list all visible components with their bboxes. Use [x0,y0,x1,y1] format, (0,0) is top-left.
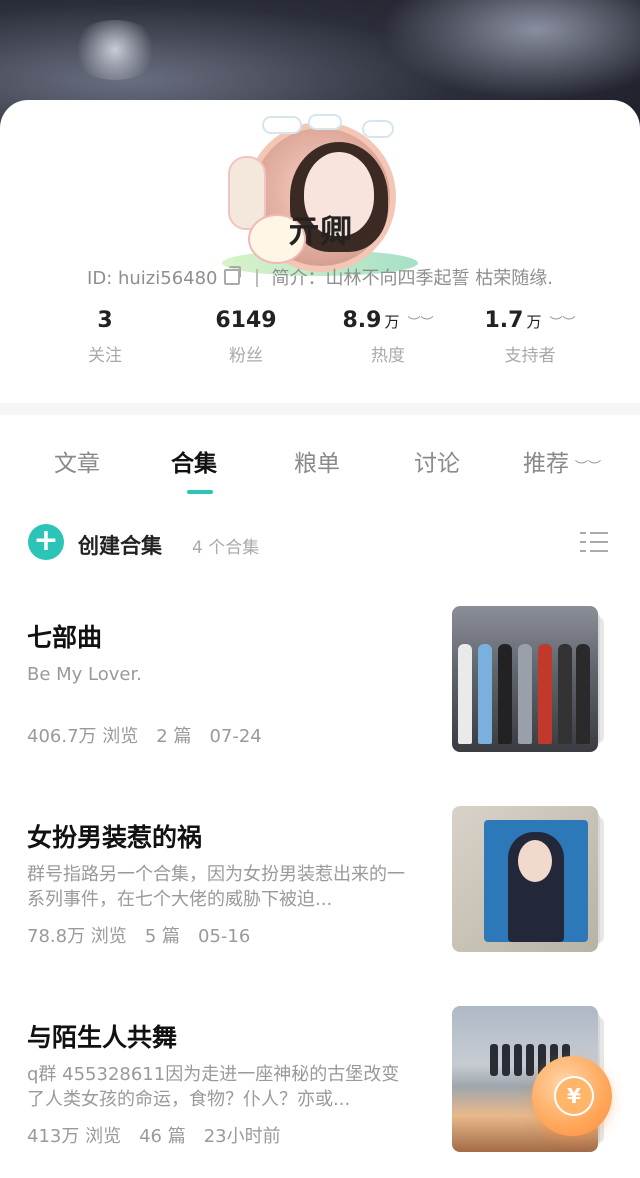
collection-views: 406.7万 浏览 [27,726,139,747]
stat-value: 6149 [215,308,277,333]
cloud-decoration [262,116,302,134]
stat-following[interactable]: 3 关注 [35,308,175,366]
stat-label: 支持者 [504,346,556,366]
stat-unit: 万 [526,313,542,331]
tab-recommend-label: 推荐 [523,451,569,477]
stat-value: 3 [97,308,113,333]
collection-chapters: 5 篇 [144,926,180,947]
collection-chapters: 2 篇 [156,726,192,747]
cover-image [452,806,598,952]
avatar[interactable] [222,114,418,282]
collection-title: 与陌生人共舞 [27,1023,178,1052]
collection-meta: 406.7万 浏览 2 篇 07-24 [27,722,280,748]
banner-highlight [70,20,160,80]
cover-image [452,606,598,752]
eye-closed-icon: ︶︶ [575,460,602,475]
collection-date: 05-16 [198,926,251,947]
tab-bar: 文章 合集 粮单 讨论 推荐 ︶︶ [0,430,640,500]
tab-recommend[interactable]: 推荐 ︶︶ [523,444,601,478]
profile-id-line: ID: huizi56480 简介：山林不向四季起誓 枯荣随缘. [0,264,640,290]
eye-closed-icon: ︶︶ [407,316,434,331]
cloud-decoration [308,114,342,130]
tab-lists[interactable]: 粮单 [294,444,340,478]
copy-icon[interactable] [223,266,241,285]
collection-views: 78.8万 浏览 [27,926,127,947]
section-divider [0,403,640,415]
stats-row: 3 关注 6149 粉丝 8.9 万 ︶︶ 热度 1.7 万 ︶︶ 支持者 [0,308,640,378]
stat-value: 8.9 [342,308,382,333]
collection-title: 七部曲 [27,623,103,652]
eye-closed-icon: ︶︶ [549,316,576,331]
add-collection-button[interactable]: + [28,524,64,560]
profile-name: 亓卿 [287,212,352,250]
collection-date: 07-24 [209,726,262,747]
tab-articles[interactable]: 文章 [54,444,100,478]
stat-label: 热度 [371,346,405,366]
profile-card: 亓卿 ID: huizi56480 简介：山林不向四季起誓 枯荣随缘. 3 关注 … [0,100,640,1162]
collection-desc: Be My Lover. [27,664,142,685]
stat-fans[interactable]: 6149 粉丝 [176,308,316,366]
stat-label: 关注 [88,346,122,366]
collection-cover [452,606,604,754]
collection-cover [452,806,604,954]
stat-heat[interactable]: 8.9 万 ︶︶ 热度 [318,308,458,366]
divider [255,269,258,287]
stat-unit: 万 [384,313,400,331]
stat-label: 粉丝 [229,346,263,366]
profile-id: ID: huizi56480 [87,268,218,289]
collections-header: + 创建合集 4 个合集 [0,518,640,568]
create-collection-label[interactable]: 创建合集 [78,530,162,560]
manage-list-icon[interactable] [580,530,608,554]
collection-item[interactable]: 女扮男装惹的祸 群号指路另一个合集，因为女扮男装惹出来的一系列事件，在七个大佬的… [0,806,640,978]
tab-collections[interactable]: 合集 [171,444,217,478]
collection-count: 4 个合集 [192,538,260,558]
profile-bio: 简介：山林不向四季起誓 枯荣随缘. [271,268,553,289]
collection-meta: 413万 浏览 46 篇 23小时前 [27,1122,299,1148]
yen-coin-icon: ¥ [554,1076,594,1116]
collection-meta: 78.8万 浏览 5 篇 05-16 [27,922,268,948]
collection-views: 413万 浏览 [27,1126,122,1147]
collection-desc: q群 455328611因为走进一座神秘的古堡改变了人类女孩的命运，食物？仆人？… [27,1064,400,1110]
banner-highlight [380,0,640,100]
collection-desc: 群号指路另一个合集，因为女扮男装惹出来的一系列事件，在七个大佬的威胁下被迫... [27,864,405,910]
stat-supporters[interactable]: 1.7 万 ︶︶ 支持者 [460,308,600,366]
collection-date: 23小时前 [203,1126,281,1147]
active-tab-indicator [187,490,213,494]
collection-item[interactable]: 七部曲 Be My Lover. 406.7万 浏览 2 篇 07-24 [0,606,640,778]
tip-button[interactable]: ¥ [532,1056,612,1136]
tab-discussion[interactable]: 讨论 [414,444,460,478]
stat-value: 1.7 [484,308,524,333]
collection-chapters: 46 篇 [139,1126,186,1147]
collection-title: 女扮男装惹的祸 [27,823,203,852]
cloud-decoration [362,120,394,138]
